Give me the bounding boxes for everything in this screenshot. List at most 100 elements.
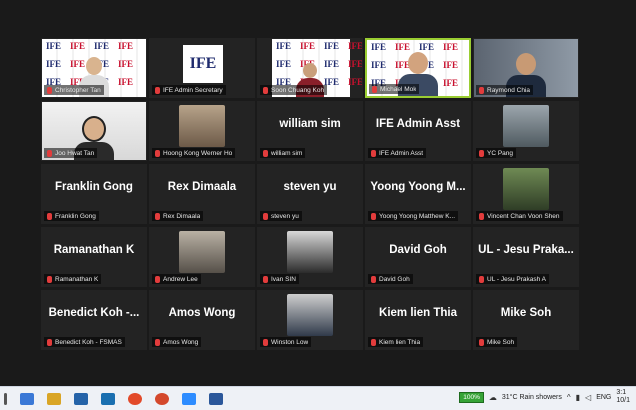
participant-tile[interactable]: Ivan SIN [257, 227, 363, 287]
participant-tile[interactable]: IFEIFEIFEIFEIFEIFEIFEIFEIFEIFEIFEIFE Chr… [41, 38, 147, 98]
file-explorer-icon[interactable] [47, 392, 61, 405]
ife-watermark: IFE [443, 78, 459, 88]
participant-name: Kiem lien Thia [379, 338, 421, 346]
windows-taskbar: 100% ☁ 31°C Rain showers ^ ▮ ◁ ENG 3:1 1… [0, 386, 636, 410]
participant-name: Andrew Lee [163, 275, 198, 283]
muted-mic-icon [479, 275, 484, 283]
participant-tile[interactable]: David Goh David Goh [365, 227, 471, 287]
muted-mic-icon [155, 275, 160, 283]
ife-watermark: IFE [324, 41, 340, 51]
participant-tile[interactable]: Hoong Kong Werner Ho [149, 101, 255, 161]
participant-name: Rex Dimaala [163, 212, 201, 220]
muted-mic-icon [47, 212, 52, 220]
participant-tile[interactable]: IFE IFE Admin Secretary [149, 38, 255, 98]
participant-tile[interactable]: Ramanathan K Ramanathan K [41, 227, 147, 287]
ife-watermark: IFE [419, 42, 435, 52]
participant-name: IFE Admin Secretary [163, 86, 223, 94]
participant-tile[interactable]: Franklin Gong Franklin Gong [41, 164, 147, 224]
participant-tile[interactable]: Raymond Chia [473, 38, 579, 98]
participant-name: william sim [271, 149, 303, 157]
muted-mic-icon [371, 212, 376, 220]
participant-tile[interactable]: Benedict Koh -... Benedict Koh - FSMAS [41, 290, 147, 350]
muted-mic-icon [155, 212, 160, 220]
participant-name: Mike Soh [487, 338, 515, 346]
profile-photo [287, 294, 333, 336]
word-icon[interactable] [209, 392, 223, 405]
participant-tile[interactable]: UL - Jesu Praka... UL - Jesu Prakash A [473, 227, 579, 287]
chrome-icon[interactable] [128, 392, 142, 405]
participant-name: Benedict Koh - FSMAS [55, 338, 122, 346]
participant-tile[interactable]: Winston Low [257, 290, 363, 350]
office-icon[interactable] [155, 392, 169, 405]
participant-tile[interactable]: Joo Hwat Tan [41, 101, 147, 161]
ife-watermark: IFE [118, 77, 134, 87]
participant-tile-active-speaker[interactable]: IFEIFEIFEIFEIFEIFEIFEIFEIFEIFEIFEIFE Mic… [365, 38, 471, 98]
weather-text[interactable]: 31°C Rain showers [502, 394, 562, 401]
weather-icon: ☁ [488, 392, 497, 402]
gallery-grid: IFE IFE IFE IFE IFE IFE IFE IFE IFE IFE IFE IFE Chr… [41, 38, 579, 350]
participant-name: Christopher Tan [55, 86, 101, 94]
clock[interactable]: 3:1 10/1 [616, 389, 630, 405]
participant-tile[interactable]: Yoong Yoong M... Yoong Yoong Matthew K..… [365, 164, 471, 224]
chevron-up-icon[interactable]: ^ [567, 393, 571, 402]
participant-name: David Goh [379, 275, 410, 283]
participant-tile[interactable]: Mike Soh Mike Soh [473, 290, 579, 350]
ife-watermark: IFE [443, 60, 459, 70]
participant-tile[interactable]: IFEIFEIFEIFEIFEIFEIFEIFEIFEIFEIFEIFE Soo… [257, 38, 363, 98]
muted-mic-icon [47, 86, 52, 94]
muted-mic-icon [263, 338, 268, 346]
taskbar-divider [4, 392, 7, 405]
network-icon[interactable]: ▮ [576, 393, 580, 402]
profile-photo [503, 105, 549, 147]
participant-tile[interactable]: IFE Admin Asst IFE Admin Asst [365, 101, 471, 161]
outlook-icon[interactable] [101, 392, 115, 405]
ife-watermark: IFE [70, 41, 86, 51]
participant-name: Raymond Chia [487, 86, 530, 94]
muted-mic-icon [371, 338, 376, 346]
participant-tile[interactable]: Rex Dimaala Rex Dimaala [149, 164, 255, 224]
participant-display-name: Yoong Yoong M... [370, 181, 466, 193]
volume-icon[interactable]: ◁ [585, 393, 591, 402]
battery-indicator[interactable]: 100% [459, 391, 484, 403]
mail-icon[interactable] [74, 392, 88, 405]
zoom-icon[interactable] [182, 392, 196, 405]
muted-mic-icon [47, 275, 52, 283]
muted-mic-icon [155, 338, 160, 346]
muted-mic-icon [47, 149, 52, 157]
participant-name: Joo Hwat Tan [55, 149, 95, 157]
ife-watermark: IFE [118, 59, 134, 69]
profile-photo [179, 105, 225, 147]
participant-name: Michael Mok [380, 85, 417, 93]
search-icon[interactable] [20, 392, 34, 405]
ife-watermark: IFE [118, 41, 134, 51]
ife-watermark: IFE [348, 41, 363, 51]
participant-tile[interactable]: YC Pang [473, 101, 579, 161]
ife-watermark: IFE [371, 60, 387, 70]
ife-watermark: IFE [46, 41, 62, 51]
muted-mic-icon [371, 149, 376, 157]
participant-name: Yoong Yoong Matthew K... [379, 212, 456, 220]
profile-photo [287, 231, 333, 273]
participant-name: Vincent Chan Voon Shen [487, 212, 560, 220]
participant-name: steven yu [271, 212, 299, 220]
participant-tile[interactable]: Andrew Lee [149, 227, 255, 287]
participant-tile[interactable]: Kiem lien Thia Kiem lien Thia [365, 290, 471, 350]
participant-tile[interactable]: steven yu steven yu [257, 164, 363, 224]
language-indicator[interactable]: ENG [596, 394, 611, 401]
participant-name: Soon Chuang Koh [271, 86, 325, 94]
muted-mic-icon [155, 149, 160, 157]
participant-display-name: Amos Wong [168, 307, 236, 319]
zoom-meeting-window: IFE IFE IFE IFE IFE IFE IFE IFE IFE IFE IFE IFE Chr… [0, 0, 636, 386]
participant-tile[interactable]: william sim william sim [257, 101, 363, 161]
participant-name: UL - Jesu Prakash A [487, 275, 547, 283]
clock-time: 3:1 [616, 389, 627, 396]
system-tray: 100% ☁ 31°C Rain showers ^ ▮ ◁ ENG 3:1 1… [459, 389, 630, 405]
participant-tile[interactable]: Vincent Chan Voon Shen [473, 164, 579, 224]
clock-date: 10/1 [616, 397, 630, 404]
participant-display-name: IFE Admin Asst [375, 118, 461, 130]
muted-mic-icon [263, 275, 268, 283]
participant-tile[interactable]: Amos Wong Amos Wong [149, 290, 255, 350]
muted-mic-icon [479, 338, 484, 346]
muted-mic-icon [372, 85, 377, 93]
participant-display-name: steven yu [283, 181, 337, 193]
